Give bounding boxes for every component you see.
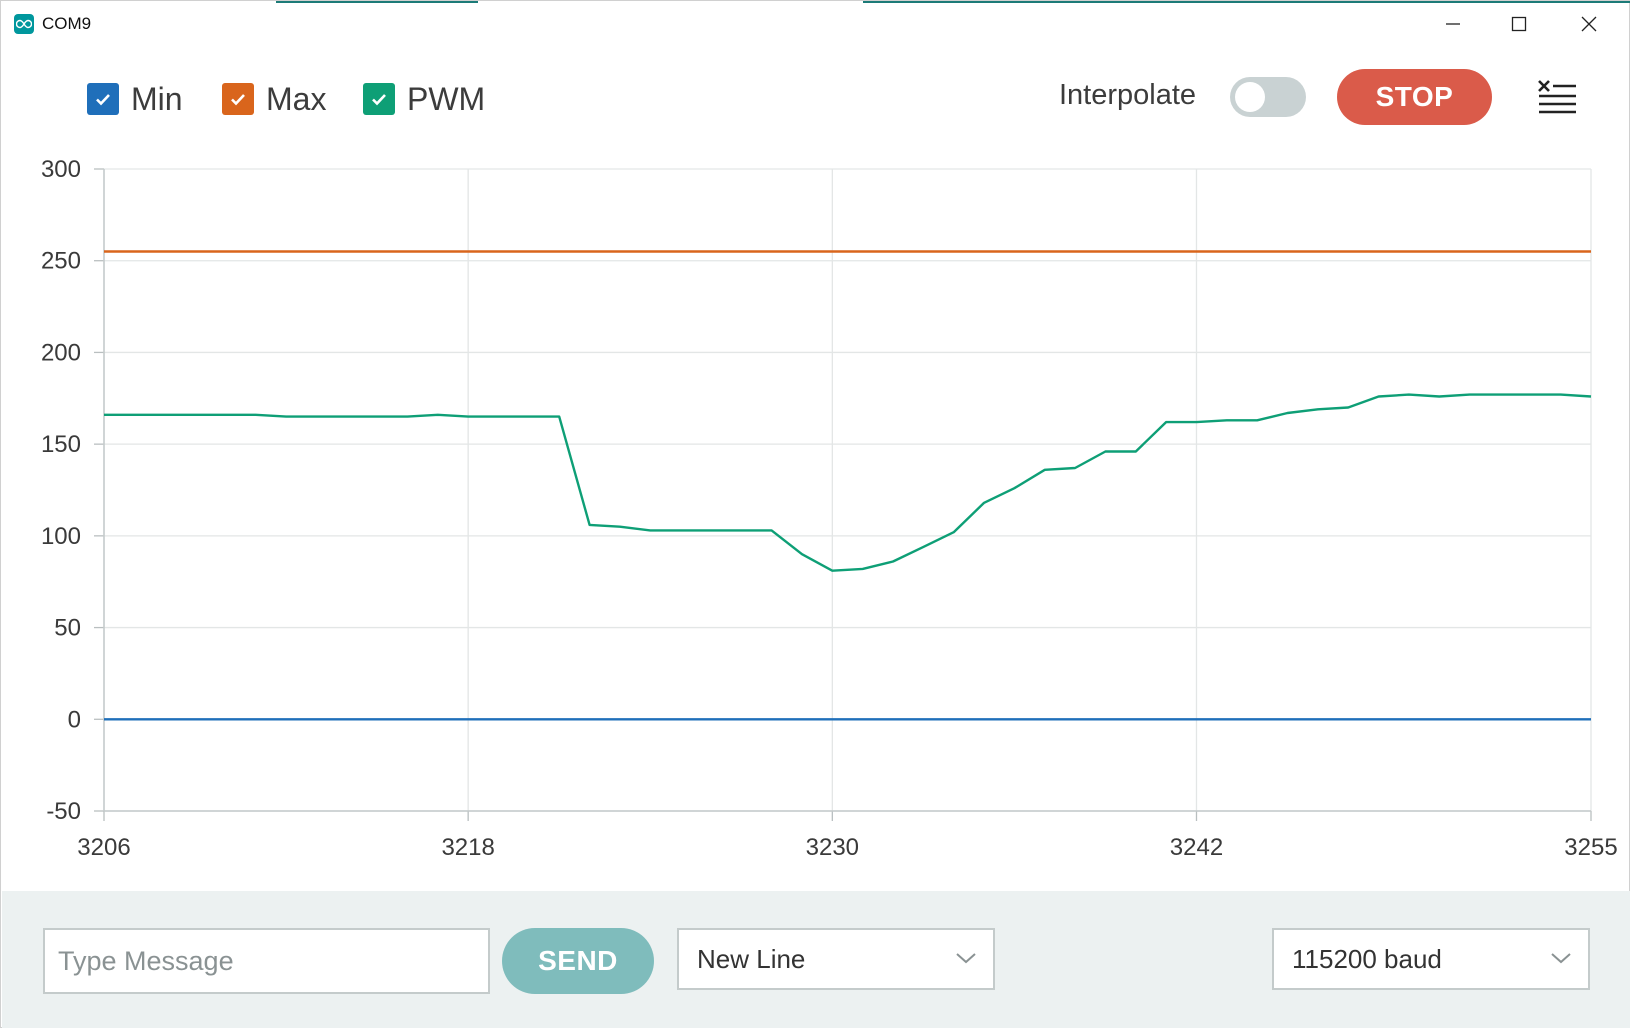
line-ending-select[interactable]: New Line [677, 928, 995, 990]
maximize-icon [1511, 16, 1527, 32]
x-tick-label: 3242 [1170, 834, 1223, 861]
x-tick-label: 3206 [77, 834, 130, 861]
window-title: COM9 [42, 14, 92, 33]
max-checkbox[interactable] [222, 83, 254, 115]
close-button[interactable] [1557, 1, 1621, 47]
minimize-icon [1446, 23, 1460, 25]
interpolate-label: Interpolate [1059, 79, 1197, 111]
y-tick-label: 0 [68, 706, 81, 733]
legend-label-pwm: PWM [407, 80, 486, 117]
min-checkbox[interactable] [87, 83, 119, 115]
send-button[interactable]: SEND [502, 928, 654, 994]
line-chart: 300 250 200 150 100 50 0 -50 3206 3218 3230 3242 325… [41, 156, 1618, 861]
chevron-down-icon [1551, 953, 1571, 964]
legend-label-max: Max [266, 80, 327, 117]
y-tick-label: 100 [41, 523, 81, 550]
y-tick-label: 50 [54, 615, 81, 642]
minimize-button[interactable] [1421, 1, 1485, 47]
serial-plotter-window: COM9 Min Max PWM Interpolate STOP 300 25… [0, 0, 1630, 1028]
chevron-down-icon [956, 953, 976, 964]
line-ending-value: New Line [697, 943, 806, 974]
clear-list-icon[interactable] [1537, 79, 1577, 115]
plot-area: 300 250 200 150 100 50 0 -50 3206 3218 3230 3242 325… [1, 141, 1630, 881]
y-tick-label: 150 [41, 431, 81, 458]
legend-item-pwm[interactable]: PWM [363, 81, 485, 117]
interpolate-toggle[interactable] [1230, 77, 1306, 117]
serial-input-bar: SEND New Line 115200 baud [2, 891, 1630, 1028]
title-bar: COM9 [1, 1, 1629, 47]
legend-label-min: Min [131, 80, 183, 117]
maximize-button[interactable] [1487, 1, 1551, 47]
x-tick-label: 3255 [1564, 834, 1617, 861]
plotter-toolbar: Min Max PWM Interpolate STOP [1, 59, 1629, 137]
baud-rate-select[interactable]: 115200 baud [1272, 928, 1590, 990]
close-icon [1581, 16, 1597, 32]
legend-item-min[interactable]: Min [87, 81, 183, 117]
chart-series [104, 250, 1592, 721]
x-tick-label: 3218 [441, 834, 494, 861]
pwm-checkbox[interactable] [363, 83, 395, 115]
series-line-pwm [104, 393, 1592, 572]
legend-item-max[interactable]: Max [222, 81, 326, 117]
message-input[interactable] [43, 928, 490, 994]
stop-button[interactable]: STOP [1337, 69, 1492, 125]
y-tick-label: 300 [41, 156, 81, 183]
toggle-knob [1235, 82, 1265, 112]
arduino-infinity-icon [14, 14, 34, 34]
checkmark-icon [96, 94, 110, 106]
y-tick-label: -50 [46, 798, 81, 825]
checkmark-icon [372, 94, 386, 106]
checkmark-icon [231, 94, 245, 106]
y-tick-label: 250 [41, 248, 81, 275]
baud-rate-value: 115200 baud [1292, 943, 1442, 974]
x-tick-label: 3230 [806, 834, 859, 861]
y-tick-label: 200 [41, 339, 81, 366]
chart-grid [94, 168, 1592, 821]
chart-ticks: 300 250 200 150 100 50 0 -50 3206 3218 3230 3242 325… [41, 156, 1618, 861]
